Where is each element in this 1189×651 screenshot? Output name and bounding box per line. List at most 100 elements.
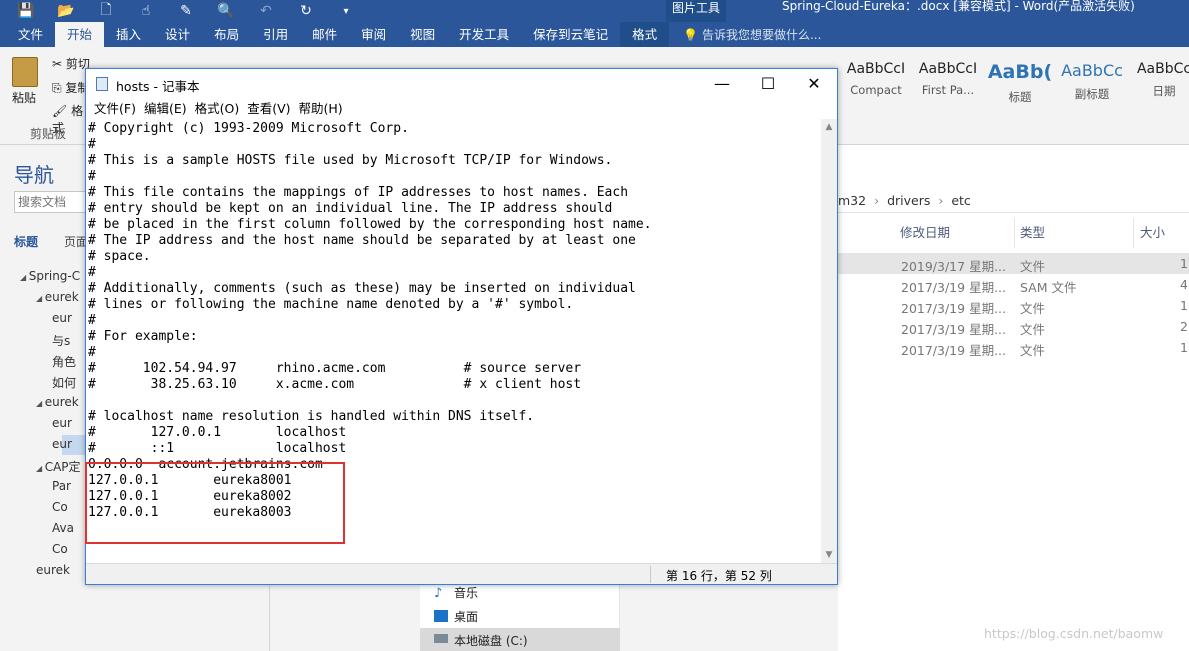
- touch-mode-icon[interactable]: ☝: [134, 3, 158, 19]
- paste-button[interactable]: 粘贴: [12, 89, 36, 106]
- tab-view[interactable]: 视图: [398, 22, 447, 47]
- notepad-title-bar[interactable]: hosts - 记事本 — ☐ ✕: [86, 69, 837, 99]
- file-cell-date: 2017/3/19 星期...: [901, 280, 1006, 295]
- nav-tree-item[interactable]: ◢ Spring-C: [20, 269, 80, 283]
- file-row[interactable]: 2019/3/17 星期... 文件 1: [838, 253, 1189, 274]
- style-subtitle[interactable]: AaBbCc 副标题: [1056, 61, 1128, 121]
- nav-tab-headings[interactable]: 标题: [14, 233, 38, 250]
- breadcrumb[interactable]: m32 › drivers › etc: [838, 188, 1189, 213]
- file-row[interactable]: 2017/3/19 星期... SAM 文件 4: [838, 274, 1189, 295]
- file-row[interactable]: 2017/3/19 星期... 文件 1: [838, 295, 1189, 316]
- save-icon[interactable]: 💾: [14, 3, 38, 19]
- draw-icon[interactable]: ✎: [174, 3, 198, 19]
- nav-tree-item[interactable]: ◢ CAP定: [36, 458, 81, 475]
- collapse-arrow-icon[interactable]: ◢: [36, 399, 45, 408]
- tab-layout[interactable]: 布局: [202, 22, 251, 47]
- nav-tree-item[interactable]: eurek: [36, 563, 70, 577]
- tab-home[interactable]: 开始: [55, 22, 105, 47]
- breadcrumb-item[interactable]: m32: [838, 193, 866, 208]
- cursor-position: 第 16 行，第 52 列: [666, 569, 772, 583]
- nav-search-input[interactable]: [14, 191, 88, 213]
- vertical-scrollbar[interactable]: ▲ ▼: [821, 119, 837, 563]
- menu-view[interactable]: 查看(V): [245, 99, 296, 119]
- nav-tree-item[interactable]: Co: [52, 542, 68, 556]
- document-title: Spring-Cloud-Eureka：.docx [兼容模式] - Word(…: [782, 0, 1135, 13]
- breadcrumb-item[interactable]: etc: [951, 193, 970, 208]
- tab-developer[interactable]: 开发工具: [447, 22, 521, 47]
- menu-file[interactable]: 文件(F): [92, 99, 142, 119]
- chevron-right-icon: ›: [874, 193, 884, 208]
- text-line: #: [88, 169, 96, 184]
- file-cell-date: 2017/3/19 星期...: [901, 343, 1006, 358]
- copy-button[interactable]: ⎘ 复制: [52, 79, 89, 96]
- nav-tree-label: eurek: [44, 395, 79, 409]
- tab-file[interactable]: 文件: [6, 22, 55, 47]
- scroll-up-icon[interactable]: ▲: [821, 119, 837, 135]
- nav-tree-item[interactable]: eur: [52, 311, 72, 325]
- text-line: # Additionally, comments (such as these)…: [88, 281, 636, 296]
- nav-tree-item[interactable]: Ava: [52, 521, 74, 535]
- tab-references[interactable]: 引用: [251, 22, 300, 47]
- collapse-arrow-icon[interactable]: ◢: [36, 294, 45, 303]
- file-row[interactable]: 2017/3/19 星期... 文件 18: [838, 337, 1189, 358]
- paste-icon[interactable]: [12, 57, 38, 87]
- preview-icon[interactable]: 🔍: [214, 3, 238, 19]
- column-size[interactable]: 大小: [1140, 222, 1165, 241]
- style-first-paragraph[interactable]: AaBbCcI First Pa...: [912, 61, 984, 121]
- tab-design[interactable]: 设计: [153, 22, 202, 47]
- nav-item-local-disk[interactable]: 本地磁盘 (C:): [454, 632, 528, 649]
- undo-icon[interactable]: ↶: [254, 3, 278, 19]
- text-line: # This is a sample HOSTS file used by Mi…: [88, 153, 613, 168]
- customize-qat-icon[interactable]: ▾: [334, 6, 358, 17]
- tab-mailings[interactable]: 邮件: [300, 22, 349, 47]
- style-heading[interactable]: AaBb(标题: [984, 61, 1056, 121]
- highlight-annotation-box: [85, 462, 345, 544]
- menu-help[interactable]: 帮助(H): [297, 99, 349, 119]
- breadcrumb-item[interactable]: drivers: [887, 193, 930, 208]
- nav-tree-item[interactable]: Par: [52, 479, 71, 493]
- tell-me-search[interactable]: 💡 告诉我您想要做什么...: [669, 26, 821, 43]
- nav-tree-item[interactable]: ◢ eurek: [36, 395, 79, 409]
- menu-edit[interactable]: 编辑(E): [142, 99, 193, 119]
- scissors-icon: ✂: [52, 57, 66, 71]
- tab-format[interactable]: 格式: [620, 22, 670, 47]
- nav-tree-item[interactable]: 与s: [52, 332, 70, 349]
- collapse-arrow-icon[interactable]: ◢: [20, 273, 29, 282]
- nav-tree-item[interactable]: ◢ eurek: [36, 290, 79, 304]
- file-row[interactable]: 2017/3/19 星期... 文件 2: [838, 316, 1189, 337]
- nav-tree-item[interactable]: eur: [52, 416, 72, 430]
- text-line: #: [88, 313, 96, 328]
- style-date[interactable]: AaBbCc 日期: [1128, 61, 1189, 121]
- ribbon-tabs: 文件 开始 插入 设计 布局 引用 邮件 审阅 视图 开发工具 保存到云笔记 格…: [0, 22, 1189, 47]
- tab-cloud-note[interactable]: 保存到云笔记: [521, 22, 620, 47]
- nav-item-desktop[interactable]: 桌面: [454, 608, 478, 625]
- style-sample: AaBbCc: [1061, 61, 1123, 80]
- new-doc-icon[interactable]: 🗋: [94, 0, 118, 23]
- maximize-button[interactable]: ☐: [745, 69, 791, 99]
- text-line: # 38.25.63.10 x.acme.com # x client host: [88, 377, 582, 392]
- menu-format[interactable]: 格式(O): [193, 99, 246, 119]
- nav-item-music[interactable]: 音乐: [454, 584, 478, 601]
- text-line: # The IP address and the host name shoul…: [88, 233, 636, 248]
- collapse-arrow-icon[interactable]: ◢: [36, 464, 45, 473]
- nav-tree-label: eur: [52, 311, 72, 325]
- tab-insert[interactable]: 插入: [104, 22, 153, 47]
- nav-title: 导航: [14, 163, 54, 187]
- nav-tree-item[interactable]: 角色: [52, 353, 76, 370]
- scroll-down-icon[interactable]: ▼: [821, 547, 837, 563]
- open-icon[interactable]: 📂: [54, 3, 78, 19]
- nav-tree-item[interactable]: 如何: [52, 374, 76, 391]
- column-type[interactable]: 类型: [1020, 222, 1045, 241]
- close-button[interactable]: ✕: [791, 69, 837, 99]
- style-compact[interactable]: AaBbCcI Compact: [840, 61, 912, 121]
- desktop-icon: [434, 610, 448, 622]
- file-cell-date: 2019/3/17 星期...: [901, 259, 1006, 274]
- chevron-right-icon: ›: [938, 193, 948, 208]
- redo-icon[interactable]: ↻: [294, 3, 318, 19]
- tab-review[interactable]: 审阅: [349, 22, 398, 47]
- column-date[interactable]: 修改日期: [900, 222, 950, 241]
- style-sample: AaBb(: [987, 61, 1053, 83]
- minimize-button[interactable]: —: [699, 69, 745, 99]
- nav-tree-item[interactable]: eur: [52, 437, 72, 451]
- nav-tree-item[interactable]: Co: [52, 500, 68, 514]
